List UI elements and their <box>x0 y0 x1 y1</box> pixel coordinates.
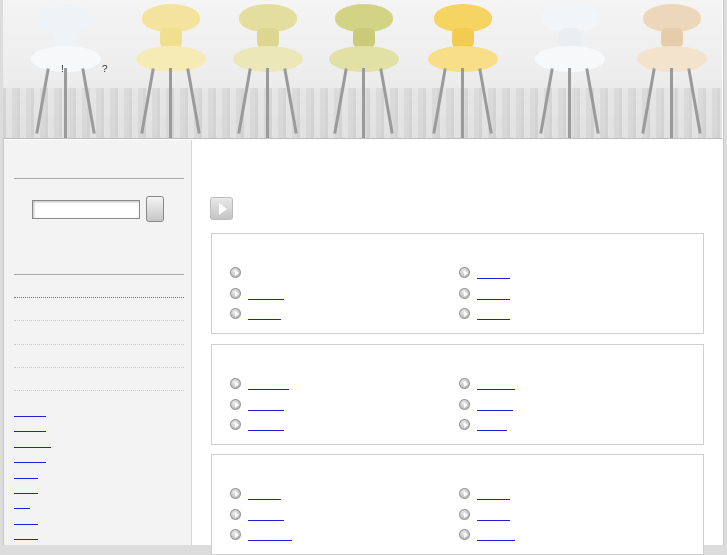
item-link[interactable] <box>248 520 284 521</box>
play-icon[interactable] <box>210 197 233 220</box>
item-link[interactable] <box>477 410 513 411</box>
item-link[interactable] <box>477 430 507 431</box>
dotted-separator <box>14 390 184 391</box>
arrow-bullet-icon <box>459 267 470 278</box>
sidebar-link[interactable] <box>14 524 38 525</box>
sidebar-link[interactable] <box>14 462 46 463</box>
link-panel <box>211 454 704 555</box>
item-link[interactable] <box>248 410 284 411</box>
arrow-bullet-icon <box>230 378 241 389</box>
chair-image <box>31 4 101 138</box>
arrow-bullet-icon <box>459 399 470 410</box>
item-link[interactable] <box>477 540 515 541</box>
chair-image <box>637 4 707 138</box>
dotted-separator <box>14 344 184 345</box>
sidebar-link[interactable] <box>14 431 46 432</box>
main-content <box>193 140 722 555</box>
dotted-separator <box>14 297 184 298</box>
arrow-bullet-icon <box>459 529 470 540</box>
arrow-bullet-icon <box>230 419 241 430</box>
sidebar-link[interactable] <box>14 539 38 540</box>
arrow-bullet-icon <box>230 529 241 540</box>
sidebar-link[interactable] <box>14 416 46 417</box>
item-link[interactable] <box>477 499 510 500</box>
arrow-bullet-icon <box>230 488 241 499</box>
item-link[interactable] <box>477 278 510 279</box>
arrow-bullet-icon <box>459 308 470 319</box>
dotted-separator <box>14 320 184 321</box>
arrow-bullet-icon <box>230 288 241 299</box>
item-link[interactable] <box>248 319 281 320</box>
arrow-bullet-icon <box>230 308 241 319</box>
item-link[interactable] <box>248 499 281 500</box>
item-link[interactable] <box>477 389 515 390</box>
item-link[interactable] <box>477 520 510 521</box>
search-input[interactable] <box>32 200 140 219</box>
item-link[interactable] <box>477 319 510 320</box>
item-link[interactable] <box>248 299 284 300</box>
arrow-bullet-icon <box>459 288 470 299</box>
chair-image <box>233 4 303 138</box>
sidebar-link[interactable] <box>14 508 30 509</box>
banner-text-left: ! <box>61 64 64 75</box>
chair-image <box>136 4 206 138</box>
sidebar-link[interactable] <box>14 478 38 479</box>
arrow-bullet-icon <box>459 378 470 389</box>
link-panel <box>211 233 704 334</box>
banner-text-right: ? <box>102 64 108 75</box>
link-panel <box>211 344 704 445</box>
arrow-bullet-icon <box>459 488 470 499</box>
search-button[interactable] <box>146 196 164 222</box>
arrow-bullet-icon <box>230 267 241 278</box>
dotted-separator <box>14 367 184 368</box>
chair-image <box>428 4 498 138</box>
chair-image <box>329 4 399 138</box>
arrow-bullet-icon <box>230 509 241 520</box>
chair-image <box>535 4 605 138</box>
item-link[interactable] <box>248 389 289 390</box>
item-link[interactable] <box>248 430 284 431</box>
sidebar-link[interactable] <box>14 447 51 448</box>
arrow-bullet-icon <box>459 509 470 520</box>
item-link[interactable] <box>248 540 292 541</box>
sidebar <box>4 140 192 545</box>
sidebar-divider <box>14 178 184 179</box>
sidebar-link[interactable] <box>14 493 38 494</box>
sidebar-divider <box>14 274 184 275</box>
arrow-bullet-icon <box>459 419 470 430</box>
header-banner: ! ? <box>3 0 722 139</box>
item-link[interactable] <box>477 299 510 300</box>
arrow-bullet-icon <box>230 399 241 410</box>
